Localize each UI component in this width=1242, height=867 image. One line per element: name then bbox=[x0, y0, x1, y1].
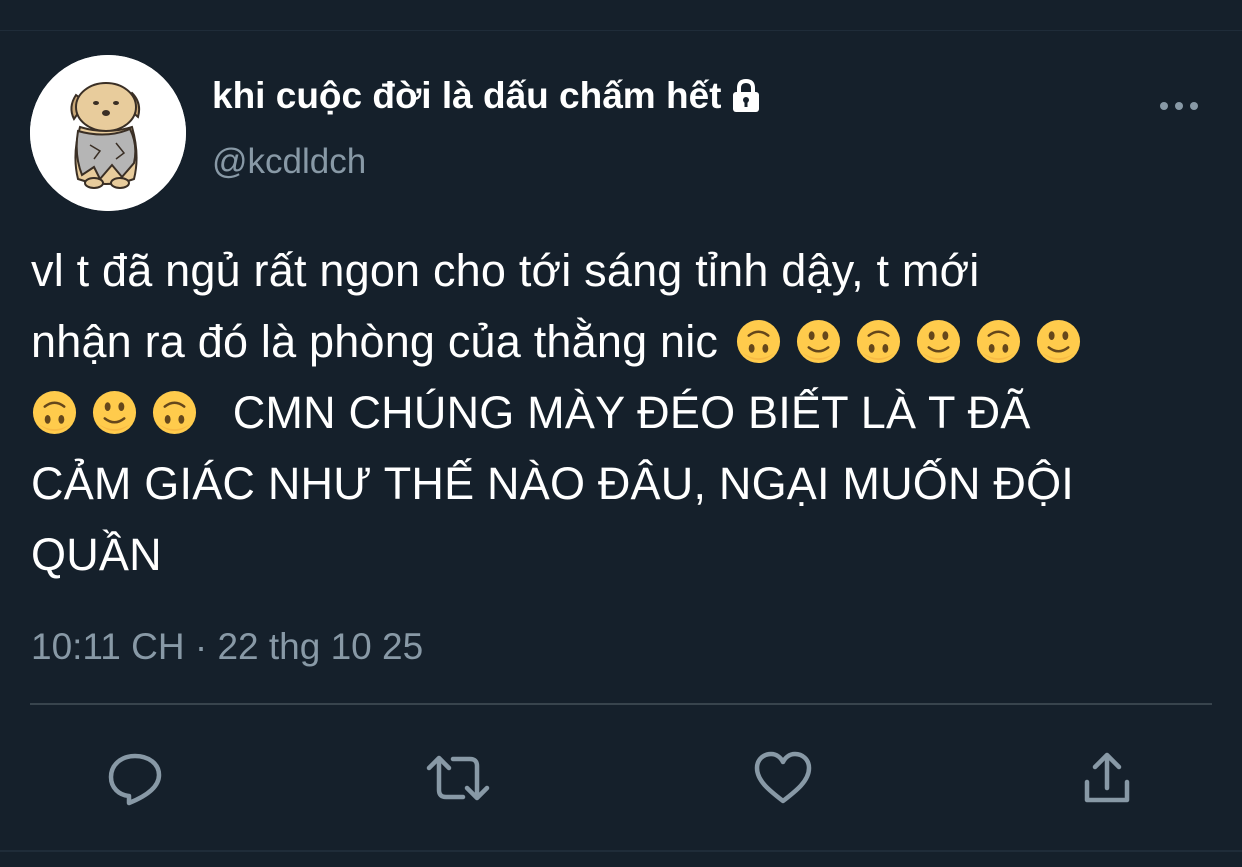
tweet-text: vl t đã ngủ rất ngon cho tới sáng tỉnh d… bbox=[31, 235, 1216, 590]
share-icon bbox=[1084, 752, 1130, 803]
slightly-smiling-face-emoji bbox=[1035, 318, 1082, 365]
retweet-button[interactable] bbox=[425, 745, 491, 811]
tweet-line-5: QUẦN bbox=[31, 529, 162, 580]
author-display-name[interactable]: khi cuộc đời là dấu chấm hết bbox=[212, 74, 721, 118]
tweet-line-4: CẢM GIÁC NHƯ THẾ NÀO ĐÂU, NGẠI MUỐN ĐỘI bbox=[31, 458, 1074, 509]
actions-divider bbox=[30, 703, 1212, 705]
emoji-group bbox=[31, 387, 220, 438]
share-button[interactable] bbox=[1074, 745, 1140, 811]
upside-down-face-emoji bbox=[735, 318, 782, 365]
like-button[interactable] bbox=[750, 745, 816, 811]
upside-down-face-emoji bbox=[975, 318, 1022, 365]
upside-down-face-emoji bbox=[855, 318, 902, 365]
avatar[interactable] bbox=[30, 55, 186, 211]
tweet-timestamp[interactable]: 10:11 CH · 22 thg 10 25 bbox=[31, 625, 423, 669]
slightly-smiling-face-emoji bbox=[915, 318, 962, 365]
tweet-line-2: nhận ra đó là phòng của thằng nic bbox=[31, 306, 1216, 377]
top-divider bbox=[0, 30, 1242, 31]
retweet-icon bbox=[426, 755, 490, 801]
tweet-screen: khi cuộc đời là dấu chấm hết @kcdldch vl… bbox=[0, 0, 1242, 867]
reply-icon bbox=[108, 753, 162, 806]
upside-down-face-emoji bbox=[151, 389, 198, 436]
dog-avatar-icon bbox=[30, 55, 186, 211]
reply-button[interactable] bbox=[102, 745, 168, 811]
tweet-line-3-text: CMN CHÚNG MÀY ĐÉO BIẾT LÀ T ĐÃ bbox=[232, 387, 1031, 438]
more-options-icon[interactable] bbox=[1158, 96, 1200, 116]
author-handle[interactable]: @kcdldch bbox=[212, 142, 366, 182]
tweet-line-2-text: nhận ra đó là phòng của thằng nic bbox=[31, 316, 719, 367]
lock-icon bbox=[733, 78, 760, 112]
author-name[interactable]: khi cuộc đời là dấu chấm hết bbox=[212, 74, 765, 118]
heart-icon bbox=[754, 751, 812, 804]
emoji-group bbox=[731, 316, 1082, 367]
upside-down-face-emoji bbox=[31, 389, 78, 436]
bottom-divider bbox=[0, 850, 1242, 852]
slightly-smiling-face-emoji bbox=[795, 318, 842, 365]
tweet-line-3: CMN CHÚNG MÀY ĐÉO BIẾT LÀ T ĐÃ bbox=[31, 377, 1216, 448]
slightly-smiling-face-emoji bbox=[91, 389, 138, 436]
tweet-line-1: vl t đã ngủ rất ngon cho tới sáng tỉnh d… bbox=[31, 245, 980, 296]
